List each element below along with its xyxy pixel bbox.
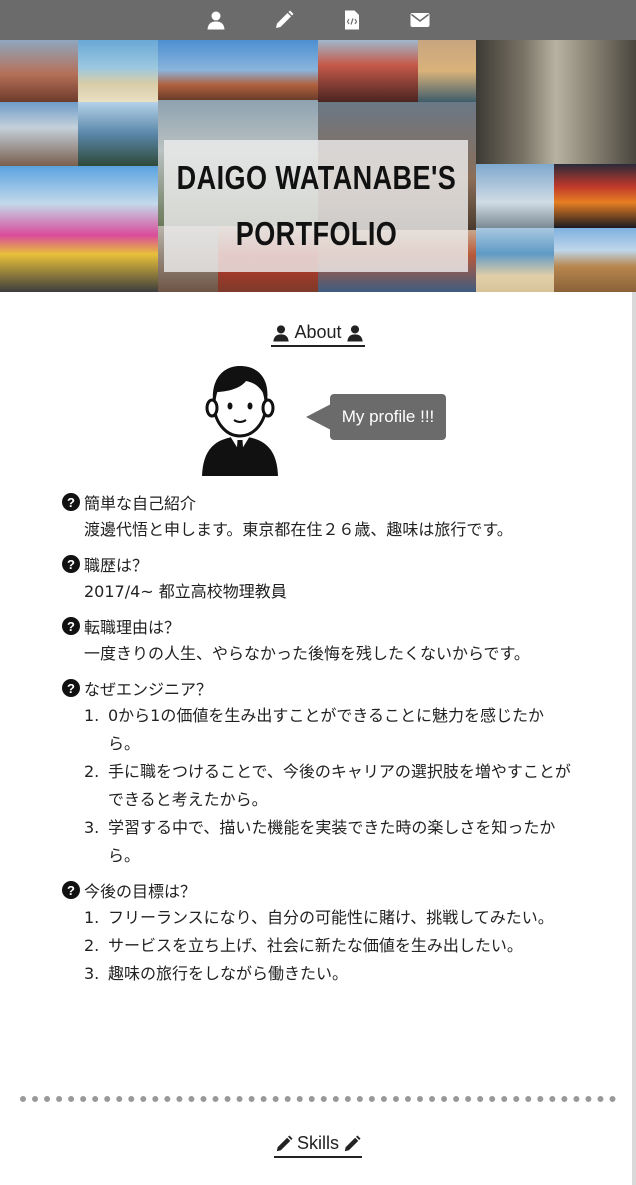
pencil-icon <box>344 1134 361 1151</box>
skills-section-heading: Skills <box>0 1133 636 1158</box>
photo-tile <box>476 40 636 164</box>
question-circle-icon: ? <box>62 881 80 899</box>
photo-tile <box>0 40 78 102</box>
photo-tile <box>78 102 158 166</box>
qa-question: ? なぜエンジニア？ <box>62 674 572 702</box>
about-qa-list: ? 簡単な自己紹介 渡邊代悟と申します。東京都在住２６歳、趣味は旅行です。 ? 職歴… <box>62 488 572 994</box>
hero-banner: DAIGO WATANABE'S PORTFOLIO <box>0 40 636 292</box>
pencil-icon[interactable] <box>272 8 296 32</box>
page-right-border <box>632 292 636 1185</box>
list-item: 1. 0から1の価値を生み出すことができることに魅力を感じたから。 <box>84 706 545 753</box>
photo-tile <box>78 40 158 102</box>
user-icon[interactable] <box>204 8 228 32</box>
code-file-icon[interactable] <box>340 8 364 32</box>
qa-answer: 一度きりの人生、やらなかった後悔を残したくないからです。 <box>84 644 530 663</box>
question-circle-icon: ? <box>62 617 80 635</box>
qa-answer-list: 1. フリーランスになり、自分の可能性に賭け、挑戦してみたい。 2. サービスを立ち… <box>62 904 572 988</box>
hero-title: DAIGO WATANABE'S PORTFOLIO <box>164 140 468 272</box>
envelope-icon[interactable] <box>408 8 432 32</box>
hero-title-line1: DAIGO WATANABE'S <box>176 159 456 196</box>
section-divider <box>20 1096 616 1102</box>
qa-question: ? 簡単な自己紹介 <box>62 488 572 516</box>
list-item: 1. フリーランスになり、自分の可能性に賭け、挑戦してみたい。 <box>84 908 554 927</box>
photo-tile <box>554 228 636 292</box>
list-item: 3. 趣味の旅行をしながら働きたい。 <box>84 964 349 983</box>
question-circle-icon: ? <box>62 493 80 511</box>
top-nav <box>0 0 636 40</box>
list-item: 2. 手に職をつけることで、今後のキャリアの選択肢を増やすことができると考えたから… <box>84 762 571 809</box>
list-item: 2. サービスを立ち上げ、社会に新たな価値を生み出したい。 <box>84 936 523 955</box>
qa-answer: 渡邊代悟と申します。東京都在住２６歳、趣味は旅行です。 <box>84 520 513 539</box>
qa-question: ? 職歴は？ <box>62 550 572 578</box>
list-item: 3. 学習する中で、描いた機能を実装できた時の楽しさを知ったから。 <box>84 818 556 865</box>
pencil-icon <box>276 1134 293 1151</box>
speech-bubble-tail <box>306 404 331 430</box>
qa-question: ? 転職理由は？ <box>62 612 572 640</box>
about-section-heading: About <box>0 322 636 347</box>
photo-tile <box>418 40 476 102</box>
photo-tile <box>318 40 418 102</box>
question-circle-icon: ? <box>62 555 80 573</box>
qa-answer-list: 1. 0から1の価値を生み出すことができることに魅力を感じたから。 2. 手に職をつ… <box>62 702 572 870</box>
photo-tile <box>0 102 78 166</box>
photo-tile <box>0 166 158 292</box>
user-icon <box>346 324 363 342</box>
user-icon <box>273 324 290 342</box>
qa-answer: 2017/4~ 都立高校物理教員 <box>84 582 287 601</box>
profile-avatar-icon <box>200 362 280 478</box>
profile-speech-bubble: My profile !!! <box>330 394 446 440</box>
photo-tile <box>554 164 636 228</box>
skills-heading-label: Skills <box>296 1133 339 1153</box>
about-heading-label: About <box>294 322 342 342</box>
qa-question: ? 今後の目標は？ <box>62 876 572 904</box>
photo-tile <box>476 228 554 292</box>
photo-tile <box>158 40 318 100</box>
photo-tile <box>476 164 554 228</box>
hero-title-line2: PORTFOLIO <box>235 215 397 252</box>
question-circle-icon: ? <box>62 679 80 697</box>
